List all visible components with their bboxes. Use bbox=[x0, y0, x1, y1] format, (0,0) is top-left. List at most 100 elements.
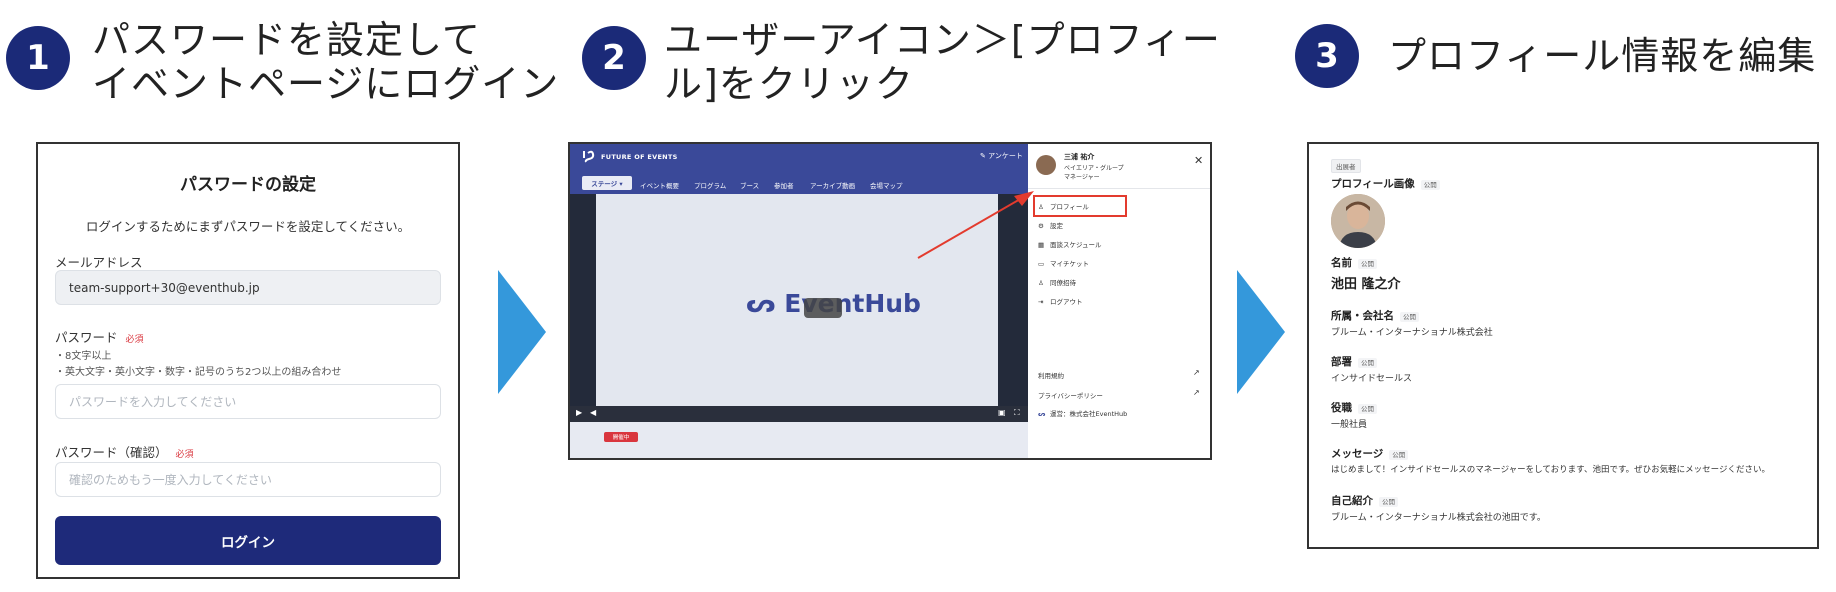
field-label: メッセージ bbox=[1331, 448, 1384, 460]
step-1-badge: 1 bbox=[6, 26, 70, 90]
name-label: 名前 公開 bbox=[1331, 255, 1377, 270]
department-label: 部署 公開 bbox=[1331, 354, 1377, 369]
privacy-link[interactable]: プライバシーポリシー bbox=[1038, 390, 1103, 400]
eventhub-logo-icon: ᔕ bbox=[1038, 410, 1046, 418]
menu-item-label: マイチケット bbox=[1050, 260, 1089, 268]
step-2-title-line2: ル]をクリック bbox=[664, 62, 914, 106]
volume-icon[interactable]: ◀ bbox=[590, 408, 596, 417]
step-1-title-line1: パスワードを設定して bbox=[92, 18, 481, 62]
step-3-title: プロフィール情報を編集 bbox=[1388, 34, 1817, 78]
operator-credit: ᔕ 運営：株式会社EventHub bbox=[1038, 408, 1127, 418]
terms-link[interactable]: 利用規約 bbox=[1038, 370, 1064, 380]
company-value: ブルーム・インターナショナル株式会社 bbox=[1331, 328, 1493, 338]
password-input[interactable]: パスワードを入力してください bbox=[55, 384, 441, 419]
menu-item-tickets[interactable]: ▭ マイチケット bbox=[1038, 258, 1089, 268]
field-label: 自己紹介 bbox=[1331, 495, 1373, 507]
user-org: ベイエリア・グループ bbox=[1064, 165, 1124, 172]
nav-venue-map[interactable]: 会場マップ bbox=[870, 180, 903, 190]
company-label: 所属・会社名 公開 bbox=[1331, 308, 1419, 323]
user-menu: 三浦 祐介 ベイエリア・グループ マネージャー ✕ ♙ プロフィール ⚙ 設定 ▦ 面… bbox=[1028, 144, 1210, 458]
confirm-password-label: パスワード（確認） 必須 bbox=[55, 442, 194, 461]
password-rule-1: ・8文字以上 bbox=[55, 351, 112, 362]
menu-item-settings[interactable]: ⚙ 設定 bbox=[1038, 220, 1063, 230]
message-label: メッセージ 公開 bbox=[1331, 446, 1409, 461]
close-icon[interactable]: ✕ bbox=[1194, 154, 1203, 167]
pip-icon[interactable]: ▣ bbox=[998, 408, 1006, 417]
live-badge: 開催中 bbox=[604, 432, 638, 442]
public-badge: 公開 bbox=[1389, 450, 1409, 460]
menu-item-profile[interactable]: ♙ プロフィール bbox=[1038, 201, 1089, 211]
nav-overview[interactable]: イベント概要 bbox=[640, 180, 679, 190]
public-badge: 公開 bbox=[1400, 312, 1419, 322]
name-value: 池田 隆之介 bbox=[1331, 277, 1401, 292]
menu-item-invite[interactable]: ♙ 同僚招待 bbox=[1038, 277, 1076, 287]
password-label-text: パスワード bbox=[55, 330, 118, 345]
session-info: 開催中 bbox=[570, 422, 1028, 458]
avatar[interactable] bbox=[1036, 155, 1056, 175]
step-2-title-line1: ユーザーアイコン＞[プロフィー bbox=[664, 18, 1221, 62]
step-2-badge: 2 bbox=[582, 26, 646, 90]
user-name: 三浦 祐介 bbox=[1064, 153, 1095, 161]
arrow-right-icon bbox=[1237, 270, 1285, 394]
menu-item-label: 設定 bbox=[1050, 222, 1063, 230]
group-icon: ♙ bbox=[1038, 279, 1044, 287]
intro-value: ブルーム・インターナショナル株式会社の池田です。 bbox=[1331, 513, 1546, 523]
person-photo-icon bbox=[1331, 194, 1385, 248]
email-label: メールアドレス bbox=[55, 255, 143, 270]
menu-item-logout[interactable]: ⇥ ログアウト bbox=[1038, 296, 1083, 306]
job-title-label: 役職 公開 bbox=[1331, 400, 1377, 415]
password-setup-subtitle: ログインするためにまずパスワードを設定してください。 bbox=[85, 219, 411, 234]
field-label: プロフィール画像 bbox=[1331, 178, 1415, 190]
survey-button[interactable]: ✎ アンケート bbox=[980, 151, 1023, 161]
nav-stage[interactable]: ステージ ▾ bbox=[582, 176, 632, 190]
step-1-title-line2: イベントページにログイン bbox=[92, 62, 560, 106]
login-button[interactable]: ログイン bbox=[55, 516, 441, 565]
video-controls[interactable]: ▶ ◀ ▣ ⛶ bbox=[570, 406, 1028, 422]
field-label: 名前 bbox=[1331, 257, 1352, 269]
play-icon[interactable] bbox=[804, 298, 842, 318]
eventhub-logo-icon bbox=[583, 150, 595, 163]
survey-label: アンケート bbox=[988, 152, 1023, 160]
fullscreen-icon[interactable]: ⛶ bbox=[1014, 408, 1020, 418]
confirm-password-label-text: パスワード（確認） bbox=[55, 445, 168, 460]
profile-panel: 出展者 プロフィール画像 公開 名前 公開 池田 隆之介 所属・会社名 公開 ブルーム… bbox=[1307, 142, 1819, 549]
job-title-value: 一般社員 bbox=[1331, 420, 1368, 430]
field-label: 所属・会社名 bbox=[1331, 310, 1394, 322]
operator-text: 運営：株式会社EventHub bbox=[1050, 410, 1128, 418]
play-icon[interactable]: ▶ bbox=[576, 408, 582, 417]
event-brand: FUTURE OF EVENTS bbox=[601, 153, 678, 161]
menu-item-label: プロフィール bbox=[1050, 203, 1089, 211]
public-badge: 公開 bbox=[1420, 180, 1440, 190]
intro-label: 自己紹介 公開 bbox=[1331, 493, 1398, 508]
field-label: 部署 bbox=[1331, 356, 1352, 368]
pointer-arrow-icon bbox=[917, 191, 1034, 259]
menu-item-label: 面談スケジュール bbox=[1050, 241, 1102, 249]
field-label: 役職 bbox=[1331, 402, 1352, 414]
public-badge: 公開 bbox=[1358, 358, 1377, 368]
external-link-icon: ↗ bbox=[1193, 388, 1200, 397]
password-label: パスワード 必須 bbox=[55, 327, 144, 346]
public-badge: 公開 bbox=[1358, 259, 1377, 269]
password-setup-title: パスワードの設定 bbox=[180, 175, 316, 195]
menu-item-label: 同僚招待 bbox=[1050, 279, 1076, 287]
required-badge: 必須 bbox=[125, 335, 144, 345]
profile-image-label: プロフィール画像 公開 bbox=[1331, 176, 1440, 191]
nav-participants[interactable]: 参加者 bbox=[774, 180, 794, 190]
logout-icon: ⇥ bbox=[1038, 298, 1044, 306]
exhibitor-tag: 出展者 bbox=[1331, 159, 1361, 173]
public-badge: 公開 bbox=[1358, 404, 1377, 414]
confirm-password-input[interactable]: 確認のためもう一度入力してください bbox=[55, 462, 441, 497]
menu-item-label: ログアウト bbox=[1050, 298, 1083, 306]
message-value: はじめまして！インサイドセールスのマネージャーをしております、池田です。ぜひお気… bbox=[1331, 465, 1770, 475]
public-badge: 公開 bbox=[1379, 497, 1398, 507]
nav-archive[interactable]: アーカイブ動画 bbox=[810, 180, 855, 190]
avatar[interactable] bbox=[1331, 194, 1385, 248]
department-value: インサイドセールス bbox=[1331, 374, 1413, 384]
password-setup-panel: パスワードの設定 ログインするためにまずパスワードを設定してください。 メールア… bbox=[36, 142, 460, 579]
event-page-panel: FUTURE OF EVENTS ✎ アンケート ステージ ▾ イベント概要 プ… bbox=[568, 142, 1212, 460]
nav-booth[interactable]: ブース bbox=[740, 180, 759, 190]
menu-item-meetings[interactable]: ▦ 面談スケジュール bbox=[1038, 239, 1102, 249]
email-field[interactable]: team-support+30@eventhub.jp bbox=[55, 270, 441, 305]
user-role: マネージャー bbox=[1064, 174, 1100, 181]
nav-program[interactable]: プログラム bbox=[694, 180, 726, 190]
